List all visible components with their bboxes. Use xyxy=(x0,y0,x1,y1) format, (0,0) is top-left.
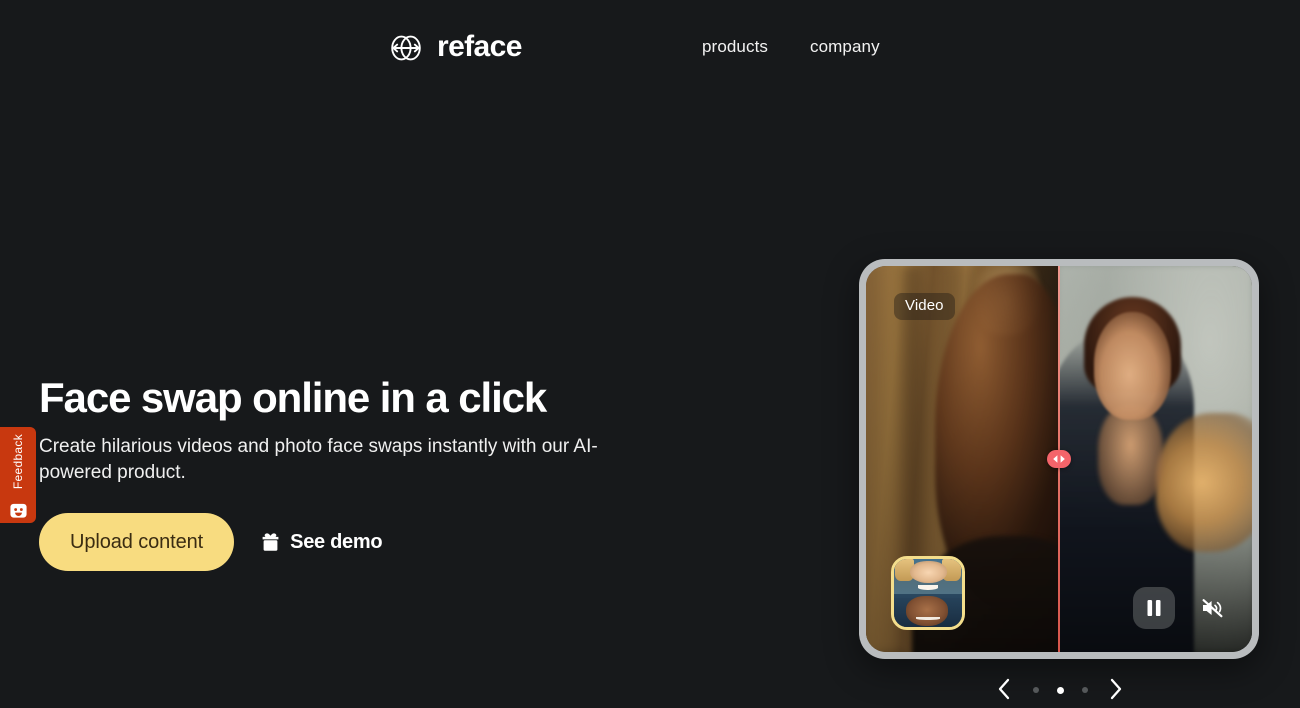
thumbnail-woman-smile xyxy=(918,584,938,590)
site-header: reface products company xyxy=(0,0,1300,96)
carousel-dot-2[interactable] xyxy=(1056,686,1064,694)
carousel-nav xyxy=(995,674,1125,706)
page-title: Face swap online in a click xyxy=(39,374,547,421)
thumbnail-man-smile xyxy=(915,616,941,620)
hero-actions: Upload content See demo xyxy=(39,513,699,572)
see-demo-label: See demo xyxy=(290,530,383,553)
smiley-face-icon xyxy=(9,495,28,518)
carousel-dot-3[interactable] xyxy=(1081,687,1088,693)
main-nav: products company xyxy=(702,37,880,57)
video-canvas[interactable]: Video xyxy=(866,266,1252,652)
feedback-label: Feedback xyxy=(11,434,25,490)
gift-box-icon xyxy=(260,532,281,553)
thumbnail-man-face xyxy=(906,596,949,627)
carousel-next-button[interactable] xyxy=(1107,678,1125,703)
brand-logo[interactable]: reface xyxy=(386,28,522,68)
video-preview-card[interactable]: Video xyxy=(859,259,1259,659)
left-right-arrows-icon[interactable] xyxy=(1047,450,1071,468)
thumbnail-top-face xyxy=(894,559,962,599)
player-controls xyxy=(1133,587,1233,629)
hero-section: Face swap online in a click Create hilar… xyxy=(39,374,699,572)
face-source-thumbnail[interactable] xyxy=(891,556,965,630)
chevron-left-icon xyxy=(997,678,1011,703)
speaker-muted-icon xyxy=(1200,597,1224,619)
status-badge: Video xyxy=(894,293,955,320)
brand-name: reface xyxy=(437,29,522,63)
nav-link-products[interactable]: products xyxy=(702,37,768,57)
carousel-dot-1[interactable] xyxy=(1032,687,1039,693)
hero-subtitle: Create hilarious videos and photo face s… xyxy=(39,436,598,484)
thumbnail-bottom-face xyxy=(894,594,962,627)
chevron-right-icon xyxy=(1109,678,1123,703)
feedback-tab[interactable]: Feedback xyxy=(0,427,36,523)
thumbnail-woman-face xyxy=(910,560,948,583)
carousel-prev-button[interactable] xyxy=(995,678,1013,703)
see-demo-button[interactable]: See demo xyxy=(260,530,383,554)
after-subject-scarf xyxy=(1155,412,1252,552)
nav-link-company[interactable]: company xyxy=(810,37,880,57)
mute-button[interactable] xyxy=(1191,587,1233,629)
pause-button[interactable] xyxy=(1133,587,1175,629)
upload-content-button[interactable]: Upload content xyxy=(39,513,235,572)
after-subject-face xyxy=(1093,312,1171,421)
reface-globe-arrows-icon xyxy=(386,28,426,68)
carousel-dots xyxy=(1032,686,1088,694)
pause-icon xyxy=(1145,598,1163,618)
